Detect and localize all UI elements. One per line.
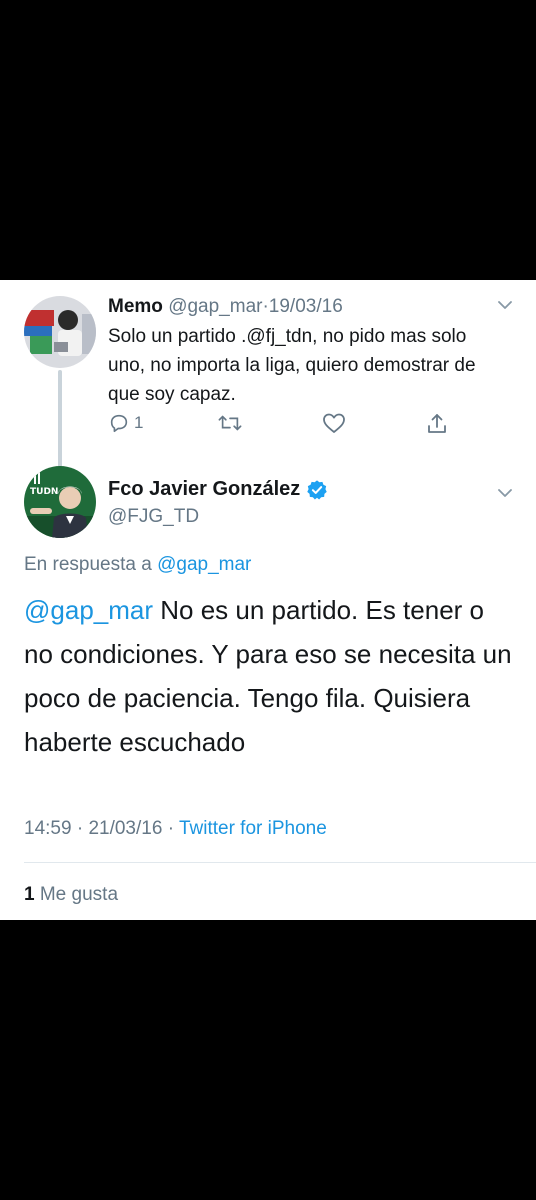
parent-tweet-text: Solo un partido .@fj_tdn, no pido mas so… (108, 326, 476, 405)
avatar-memo-image (24, 296, 96, 368)
avatar-fco-javier-image: TUDN (24, 466, 96, 538)
parent-tweet-header: Memo @gap_mar·19/03/16 (108, 295, 343, 319)
tweet-meta: 14:59 · 21/03/16 · Twitter for iPhone (24, 818, 327, 840)
thread-connector (58, 370, 62, 470)
reply-icon (110, 414, 128, 433)
chevron-down-icon[interactable] (496, 484, 514, 502)
verified-badge-icon (307, 479, 328, 500)
reply-button[interactable]: 1 (108, 412, 143, 434)
tweet-date[interactable]: 21/03/16 (88, 818, 162, 839)
chevron-down-icon[interactable] (496, 296, 514, 314)
like-icon (323, 413, 345, 433)
mention-link[interactable]: @gap_mar (24, 595, 153, 625)
parent-handle[interactable]: @gap_mar (168, 296, 262, 317)
reply-to-link[interactable]: @gap_mar (157, 554, 251, 575)
reply-prefix: En respuesta a (24, 554, 152, 575)
main-tweet-text-block: @gap_mar No es un partido. Es tener o no… (24, 588, 519, 764)
retweet-icon (218, 415, 242, 431)
reply-count: 1 (134, 413, 144, 432)
parent-display-name[interactable]: Memo (108, 296, 163, 317)
avatar-fco-javier[interactable]: TUDN (24, 466, 96, 538)
tweet-source-link[interactable]: Twitter for iPhone (179, 818, 327, 839)
source-separator: · (167, 818, 175, 839)
share-button[interactable] (426, 412, 448, 436)
retweet-button[interactable] (218, 412, 242, 434)
like-button[interactable] (322, 412, 346, 434)
reply-context: En respuesta a @gap_mar (24, 554, 251, 576)
divider (24, 862, 536, 863)
like-count: 1 (24, 884, 35, 905)
tweet-time[interactable]: 14:59 (24, 818, 72, 839)
avatar-badge-text: TUDN (30, 487, 58, 497)
main-handle[interactable]: @FJG_TD (108, 506, 199, 528)
main-display-name: Fco Javier González (108, 478, 301, 500)
parent-date[interactable]: 19/03/16 (269, 296, 343, 317)
parent-tweet-actions: 1 (108, 412, 468, 442)
main-tweet-author[interactable]: Fco Javier González (108, 478, 328, 501)
meta-separator: · (76, 818, 84, 839)
like-label: Me gusta (39, 884, 119, 905)
avatar-memo[interactable] (24, 296, 96, 368)
share-icon (428, 414, 446, 433)
likes-summary[interactable]: 1 Me gusta (24, 884, 118, 906)
